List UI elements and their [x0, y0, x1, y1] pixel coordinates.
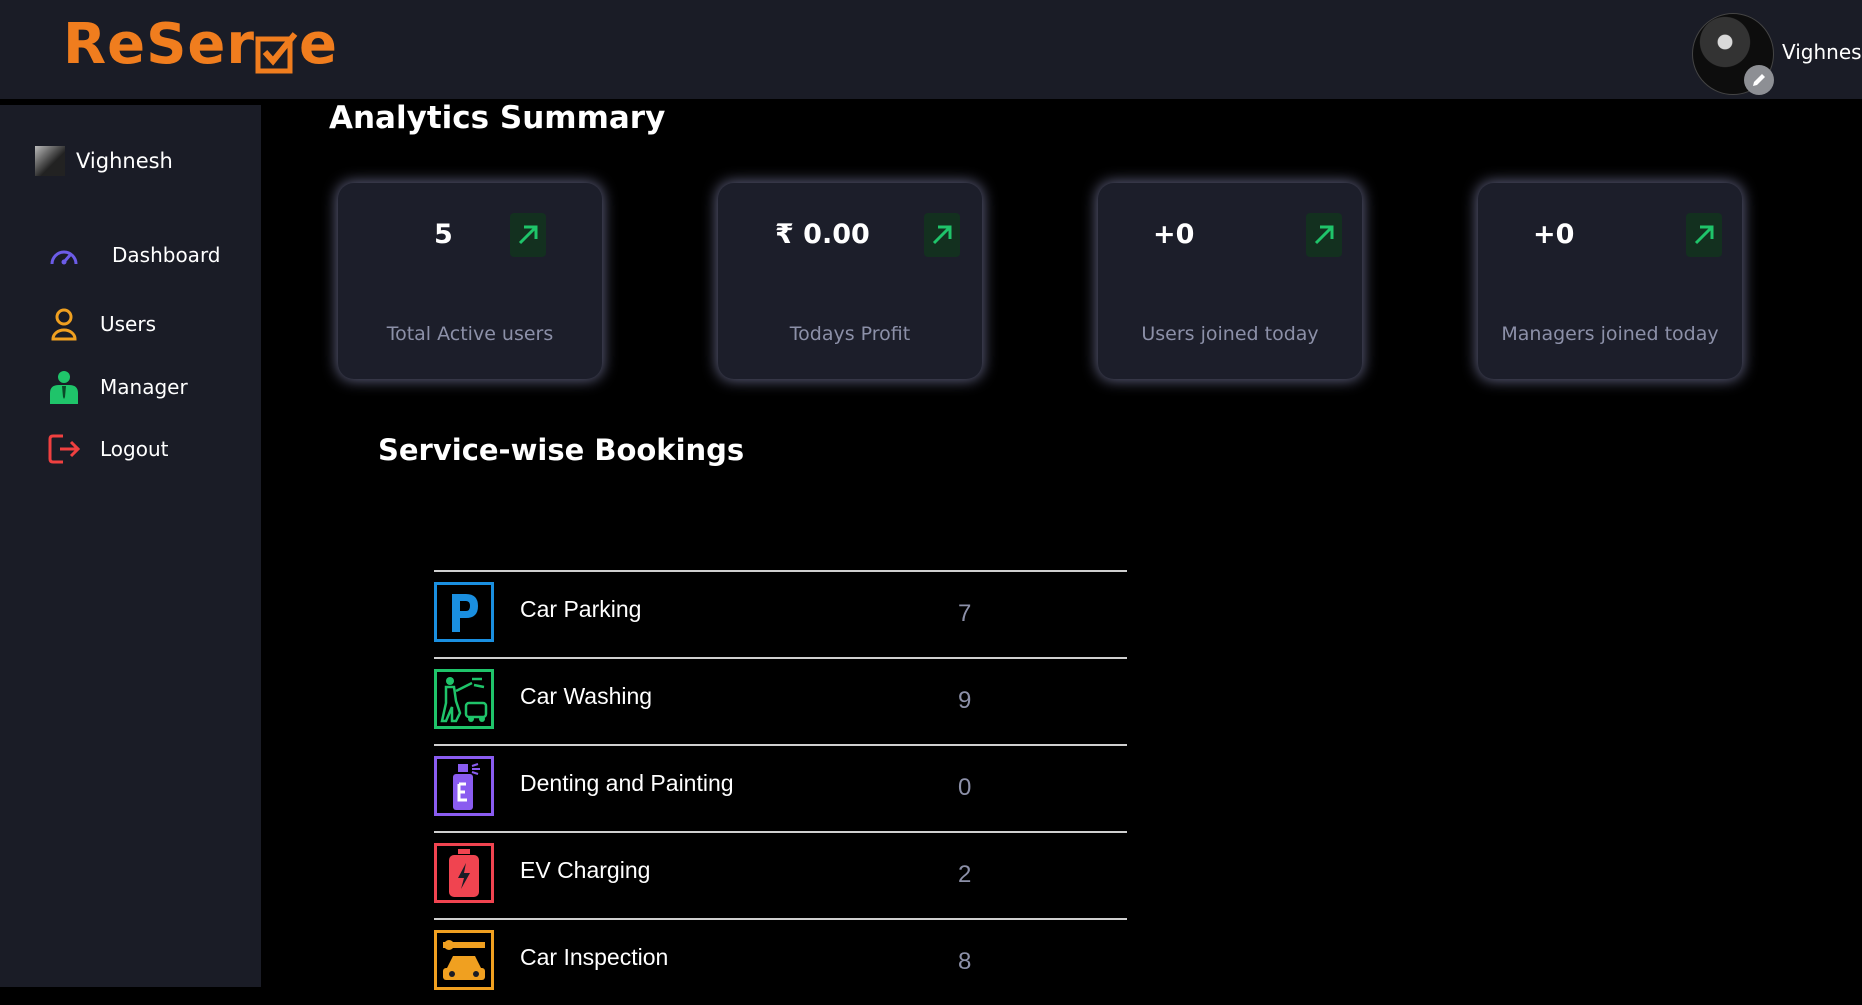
pencil-icon[interactable]: [1744, 65, 1774, 95]
service-name: Denting and Painting: [520, 770, 734, 796]
car-wash-icon: [434, 669, 494, 729]
sidebar-item-label: Users: [100, 312, 157, 336]
service-count: 9: [958, 687, 972, 714]
trend-up-icon: [924, 213, 960, 257]
profile-avatar[interactable]: [1692, 13, 1774, 95]
service-name: Car Inspection: [520, 944, 669, 970]
sidebar-username: Vighnesh: [76, 149, 173, 173]
spray-paint-icon: [434, 756, 494, 816]
stat-card-users-joined: +0 Users joined today: [1098, 183, 1362, 379]
parking-icon: [434, 582, 494, 642]
sidebar-item-label: Manager: [100, 375, 188, 399]
sidebar-item-logout[interactable]: Logout: [45, 430, 168, 468]
stat-card-todays-profit: ₹ 0.00 Todays Profit: [718, 183, 982, 379]
sidebar-avatar: [35, 146, 65, 176]
page-title: Analytics Summary: [329, 100, 666, 136]
sidebar-item-dashboard[interactable]: Dashboard: [45, 236, 221, 274]
logout-icon: [45, 430, 83, 468]
header-username[interactable]: Vighnesh: [1782, 40, 1862, 64]
sidebar-user: Vighnesh: [35, 146, 173, 176]
service-name: Car Washing: [520, 683, 653, 709]
table-row: EV Charging 2: [434, 831, 1127, 918]
speedometer-icon: [45, 236, 83, 274]
trend-up-icon: [510, 213, 546, 257]
stat-card-active-users: 5 Total Active users: [338, 183, 602, 379]
sidebar-item-users[interactable]: Users: [45, 305, 156, 343]
table-row: Car Inspection 8: [434, 918, 1127, 1005]
sidebar-item-manager[interactable]: Manager: [45, 368, 188, 406]
section-title-services: Service-wise Bookings: [378, 433, 745, 467]
trend-up-icon: [1306, 213, 1342, 257]
service-count: 0: [958, 774, 972, 801]
sidebar-item-label: Dashboard: [112, 243, 221, 267]
stat-caption: Users joined today: [1141, 323, 1319, 345]
stat-value: ₹ 0.00: [775, 219, 870, 250]
service-count: 7: [958, 600, 972, 627]
app-logo[interactable]: ReSer e: [63, 14, 338, 76]
service-name: Car Parking: [520, 596, 642, 622]
sidebar: Vighnesh Dashboard Users Manager Logout: [0, 105, 261, 987]
manager-icon: [45, 368, 83, 406]
services-table: Car Parking 7 Car Washing 9 Denting and …: [434, 570, 1127, 1005]
sidebar-item-label: Logout: [100, 437, 169, 461]
table-row: Denting and Painting 0: [434, 744, 1127, 831]
car-inspection-icon: [434, 930, 494, 990]
stat-value: +0: [1153, 219, 1195, 250]
table-row: Car Parking 7: [434, 570, 1127, 657]
stat-caption: Todays Profit: [789, 323, 911, 345]
stat-value: 5: [434, 219, 453, 250]
stat-caption: Managers joined today: [1501, 323, 1719, 345]
stat-card-managers-joined: +0 Managers joined today: [1478, 183, 1742, 379]
stat-value: +0: [1533, 219, 1575, 250]
table-row: Car Washing 9: [434, 657, 1127, 744]
user-icon: [45, 305, 83, 343]
service-name: EV Charging: [520, 857, 651, 883]
logo-text-tail: e: [299, 12, 339, 77]
top-bar: ReSere Vighnesh: [0, 0, 1862, 99]
logo-check-icon: [255, 25, 299, 74]
trend-up-icon: [1686, 213, 1722, 257]
service-count: 2: [958, 861, 972, 888]
logo-text: ReSer: [63, 12, 256, 77]
service-count: 8: [958, 948, 972, 975]
stat-caption: Total Active users: [386, 323, 554, 345]
battery-charging-icon: [434, 843, 494, 903]
